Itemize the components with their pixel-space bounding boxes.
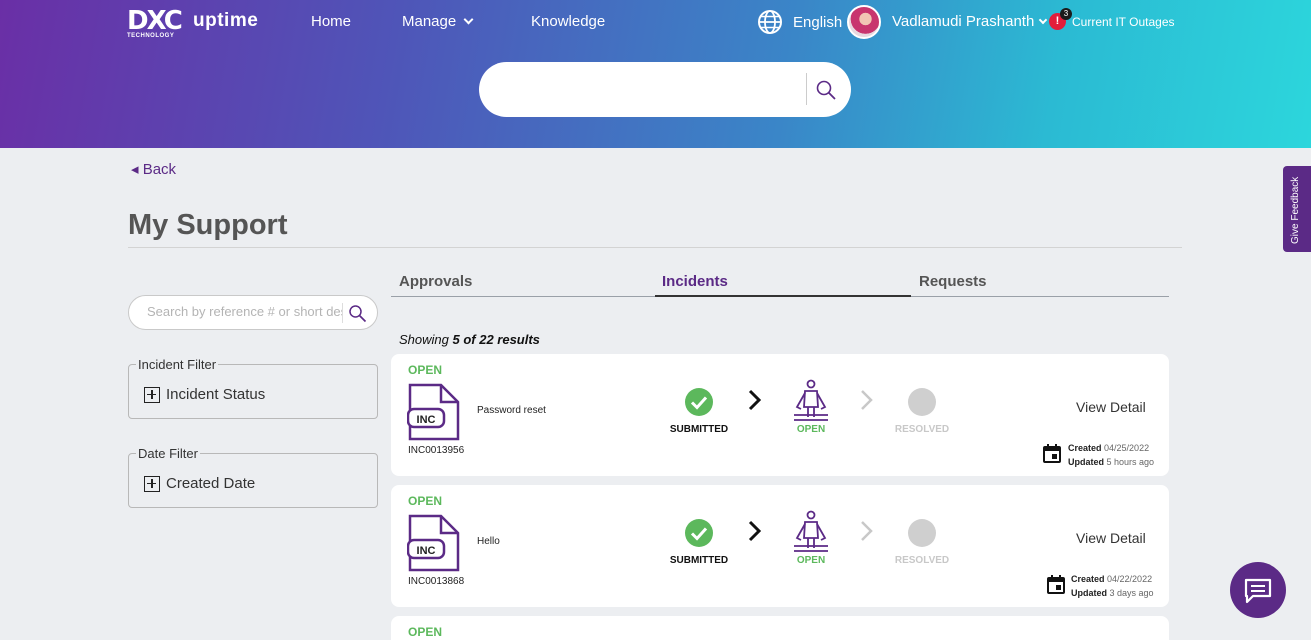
language-selector[interactable]: English [793,14,842,31]
view-detail-link[interactable]: View Detail [1076,399,1146,415]
date-filter-group: Date Filter Created Date [128,446,378,508]
step-open: OPEN [796,424,826,435]
incident-number: INC0013956 [408,445,465,456]
nav-home-label: Home [311,13,352,30]
step-submitted: SUBMITTED [669,424,729,435]
created-label: Created [1068,443,1102,453]
tab-incidents[interactable]: Incidents [662,273,728,290]
give-feedback-tab[interactable]: Give Feedback [1283,166,1311,252]
step-open: OPEN [796,555,826,566]
user-name: Vadlamudi Prashanth [892,13,1035,30]
dxc-logo[interactable]: DXC TECHNOLOGY [127,6,183,39]
incident-status-filter[interactable]: Incident Status [144,386,265,403]
circle-icon [908,388,936,416]
person-icon [794,510,828,552]
title-divider [128,247,1182,248]
step-submitted: SUBMITTED [669,555,729,566]
incident-filter-legend: Incident Filter [136,357,219,372]
calendar-icon [1043,444,1061,463]
results-count: Showing 5 of 22 results [399,332,540,347]
results-count-value: 5 of 22 results [452,332,540,347]
incident-dates: Created 04/25/2022 Updated 5 hours ago [1068,441,1154,469]
status-badge: OPEN [408,363,443,377]
created-date-filter[interactable]: Created Date [144,475,255,492]
logo-sub: TECHNOLOGY [127,33,175,39]
view-detail-link[interactable]: View Detail [1076,530,1146,546]
step-resolved: RESOLVED [894,424,950,435]
incident-dates: Created 04/22/2022 Updated 3 days ago [1071,572,1154,600]
search-icon[interactable] [815,79,837,101]
tab-requests[interactable]: Requests [919,273,987,290]
active-tab-indicator [655,295,911,297]
avatar[interactable] [847,5,881,39]
status-badge: OPEN [408,494,443,508]
nav-home[interactable]: Home [311,13,351,30]
expand-plus-icon[interactable] [144,386,160,403]
nav-knowledge-label: Knowledge [531,13,606,30]
give-feedback-label: Give Feedback [1290,176,1301,244]
document-icon: INC [407,514,460,572]
page-title: My Support [128,209,288,241]
person-icon [794,379,828,421]
tab-approvals[interactable]: Approvals [399,273,472,290]
document-label: INC [417,414,436,426]
incident-status-label: Incident Status [166,386,266,403]
incident-card[interactable]: OPEN INC INC0013956 Password reset SUBMI… [391,354,1169,476]
incident-description: Hello [477,536,500,547]
circle-icon [908,519,936,547]
globe-icon[interactable] [757,9,783,35]
brand-name[interactable]: uptime [193,10,258,32]
incident-number: INC0013868 [408,576,465,587]
incident-description: Password reset [477,405,546,416]
nav-manage[interactable]: Manage [402,13,474,30]
incident-filter-group: Incident Filter Incident Status [128,357,378,419]
chevron-down-icon [463,14,474,25]
search-divider [806,73,807,105]
results-prefix: Showing [399,332,453,347]
document-label: INC [417,545,436,557]
chevron-down-icon [1039,15,1048,25]
reference-search-field[interactable] [128,295,378,330]
back-link[interactable]: ◂ Back [131,160,176,178]
reference-search-input[interactable] [147,304,343,319]
created-date-label: Created Date [166,475,256,492]
logo-mark: DXC [127,6,183,36]
incident-card[interactable]: OPEN [391,616,1169,640]
calendar-icon [1047,575,1065,594]
global-search-input[interactable] [479,62,851,117]
nav-manage-label: Manage [402,13,457,30]
date-filter-legend: Date Filter [136,446,200,461]
updated-value: 5 hours ago [1106,457,1155,467]
updated-value: 3 days ago [1109,588,1154,598]
search-icon[interactable] [348,304,367,323]
document-icon: INC [407,383,460,441]
check-circle-icon [685,388,713,416]
top-header: DXC TECHNOLOGY uptime Home Manage Knowle… [0,0,1311,148]
updated-label: Updated [1071,588,1107,598]
chevron-right-icon [861,521,873,541]
nav-knowledge[interactable]: Knowledge [531,13,605,30]
user-menu[interactable]: Vadlamudi Prashanth [892,13,1048,30]
alert-count-badge: 3 [1060,8,1072,20]
current-outages-link[interactable]: Current IT Outages [1072,15,1175,29]
chevron-right-icon [748,520,762,542]
search-divider [342,303,343,323]
created-value: 04/25/2022 [1104,443,1150,453]
step-resolved: RESOLVED [894,555,950,566]
chat-button[interactable] [1230,562,1286,618]
chevron-right-icon [748,389,762,411]
check-circle-icon [685,519,713,547]
created-value: 04/22/2022 [1107,574,1153,584]
updated-label: Updated [1068,457,1104,467]
created-label: Created [1071,574,1105,584]
status-badge: OPEN [408,625,443,639]
chat-icon [1244,578,1272,604]
incident-card[interactable]: OPEN INC INC0013868 Hello SUBMITTED OPEN… [391,485,1169,607]
expand-plus-icon[interactable] [144,475,160,492]
chevron-right-icon [861,390,873,410]
